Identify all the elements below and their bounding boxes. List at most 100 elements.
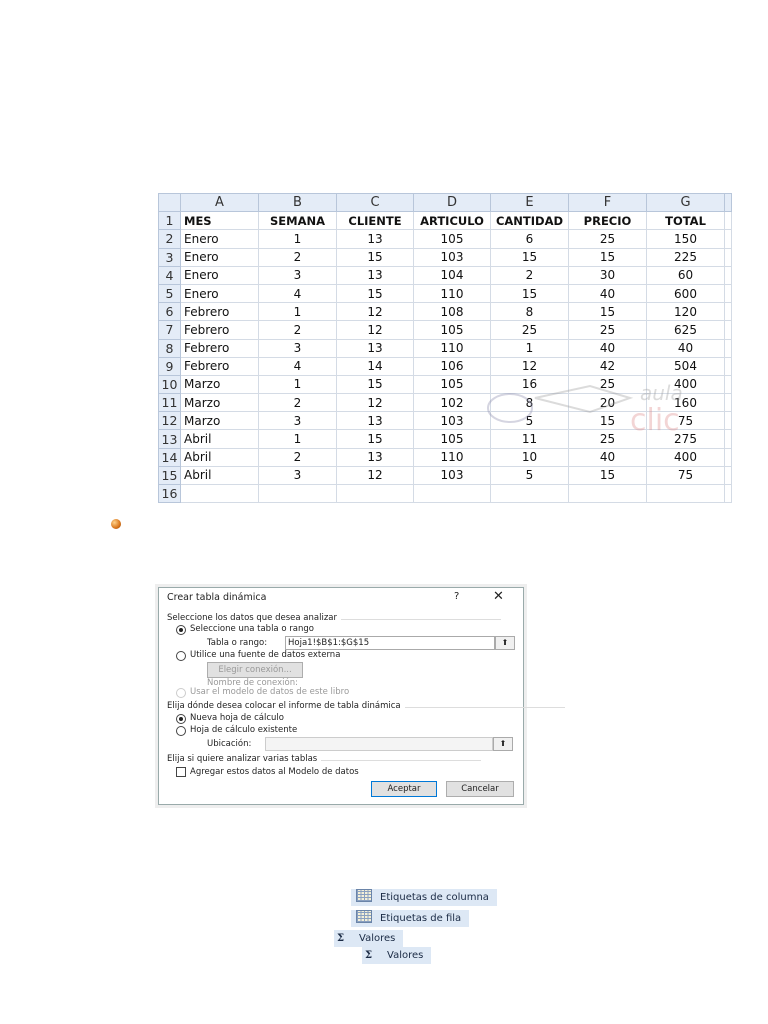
cell[interactable]: 504: [646, 356, 725, 376]
cell[interactable]: 105: [413, 320, 491, 340]
cell[interactable]: CLIENTE: [336, 211, 414, 231]
cell[interactable]: 8: [490, 302, 569, 322]
row-header[interactable]: 1: [158, 211, 181, 231]
cell[interactable]: 625: [646, 320, 725, 340]
cell[interactable]: 2: [258, 320, 337, 340]
cell[interactable]: 105: [413, 374, 491, 395]
row-header[interactable]: 14: [158, 447, 181, 467]
cell[interactable]: CANTIDAD: [490, 211, 569, 231]
cell[interactable]: [724, 429, 732, 449]
column-header[interactable]: G: [646, 192, 725, 213]
cell[interactable]: 25: [568, 374, 647, 395]
cell[interactable]: 13: [336, 447, 414, 467]
collapse-range-button[interactable]: ⬆: [495, 636, 515, 650]
row-header[interactable]: 3: [158, 247, 181, 267]
cell[interactable]: 15: [336, 247, 414, 267]
radio-data-model[interactable]: [176, 688, 186, 698]
cell[interactable]: Enero: [180, 265, 259, 285]
cell[interactable]: ARTICULO: [413, 211, 491, 231]
cell[interactable]: 30: [568, 265, 647, 285]
cell[interactable]: Febrero: [180, 338, 259, 358]
cell[interactable]: [724, 302, 732, 322]
cell[interactable]: Abril: [180, 429, 259, 449]
help-button[interactable]: ?: [454, 591, 459, 602]
cell[interactable]: 40: [568, 338, 647, 358]
column-header[interactable]: F: [568, 192, 647, 213]
cell[interactable]: 20: [568, 393, 647, 413]
cell[interactable]: [258, 483, 337, 504]
cell[interactable]: 5: [490, 411, 569, 431]
cell[interactable]: [724, 411, 732, 431]
row-header[interactable]: 8: [158, 338, 181, 358]
location-input[interactable]: [265, 737, 493, 751]
cell[interactable]: [724, 229, 732, 249]
cell[interactable]: 3: [258, 265, 337, 285]
cell[interactable]: 102: [413, 393, 491, 413]
choose-connection-button[interactable]: Elegir conexión...: [207, 662, 303, 678]
cell[interactable]: 25: [490, 320, 569, 340]
cell[interactable]: 15: [336, 283, 414, 304]
cell[interactable]: PRECIO: [568, 211, 647, 231]
cell[interactable]: 13: [336, 411, 414, 431]
cell[interactable]: 10: [490, 447, 569, 467]
cell[interactable]: [336, 483, 414, 504]
field-column-labels[interactable]: Etiquetas de columna: [351, 889, 497, 906]
cell[interactable]: 4: [258, 283, 337, 304]
cell[interactable]: [413, 483, 491, 504]
row-header[interactable]: 15: [158, 465, 181, 486]
cell[interactable]: 103: [413, 465, 491, 486]
cell[interactable]: 15: [336, 374, 414, 395]
cell[interactable]: 13: [336, 338, 414, 358]
row-header[interactable]: 4: [158, 265, 181, 285]
cell[interactable]: [724, 374, 732, 395]
cell[interactable]: 15: [568, 411, 647, 431]
cell[interactable]: 1: [258, 374, 337, 395]
cell[interactable]: 110: [413, 447, 491, 467]
add-to-data-model-checkbox[interactable]: [176, 767, 186, 777]
cell[interactable]: 1: [490, 338, 569, 358]
cell[interactable]: 16: [490, 374, 569, 395]
range-input[interactable]: Hoja1!$B$1:$G$15: [285, 636, 495, 650]
cell[interactable]: 4: [258, 356, 337, 376]
column-header[interactable]: B: [258, 192, 337, 213]
cell[interactable]: [724, 265, 732, 285]
column-header[interactable]: C: [336, 192, 414, 213]
cell[interactable]: [568, 483, 647, 504]
cell[interactable]: 3: [258, 411, 337, 431]
cell[interactable]: Enero: [180, 229, 259, 249]
cell[interactable]: 8: [490, 393, 569, 413]
cell[interactable]: [724, 283, 732, 304]
cell[interactable]: 3: [258, 338, 337, 358]
cell[interactable]: Abril: [180, 447, 259, 467]
cell[interactable]: 15: [568, 247, 647, 267]
cell[interactable]: [724, 247, 732, 267]
row-header[interactable]: 11: [158, 393, 181, 413]
cell[interactable]: 15: [568, 465, 647, 486]
cancel-button[interactable]: Cancelar: [446, 781, 514, 797]
cell[interactable]: 12: [490, 356, 569, 376]
cell[interactable]: 75: [646, 465, 725, 486]
cell[interactable]: 12: [336, 465, 414, 486]
cell[interactable]: [724, 320, 732, 340]
cell[interactable]: 5: [490, 465, 569, 486]
cell[interactable]: 106: [413, 356, 491, 376]
row-header[interactable]: 2: [158, 229, 181, 249]
cell[interactable]: [490, 483, 569, 504]
ok-button[interactable]: Aceptar: [371, 781, 437, 797]
row-header[interactable]: 6: [158, 302, 181, 322]
cell[interactable]: MES: [180, 211, 259, 231]
close-button[interactable]: ✕: [493, 589, 504, 604]
cell[interactable]: [724, 338, 732, 358]
cell[interactable]: 108: [413, 302, 491, 322]
select-all-corner[interactable]: [158, 192, 181, 213]
column-header[interactable]: E: [490, 192, 569, 213]
cell[interactable]: Febrero: [180, 302, 259, 322]
cell[interactable]: [724, 465, 732, 486]
cell[interactable]: 110: [413, 283, 491, 304]
radio-new-sheet[interactable]: [176, 714, 186, 724]
cell[interactable]: [646, 483, 725, 504]
cell[interactable]: 400: [646, 374, 725, 395]
cell[interactable]: 75: [646, 411, 725, 431]
cell[interactable]: 2: [258, 393, 337, 413]
cell[interactable]: 225: [646, 247, 725, 267]
